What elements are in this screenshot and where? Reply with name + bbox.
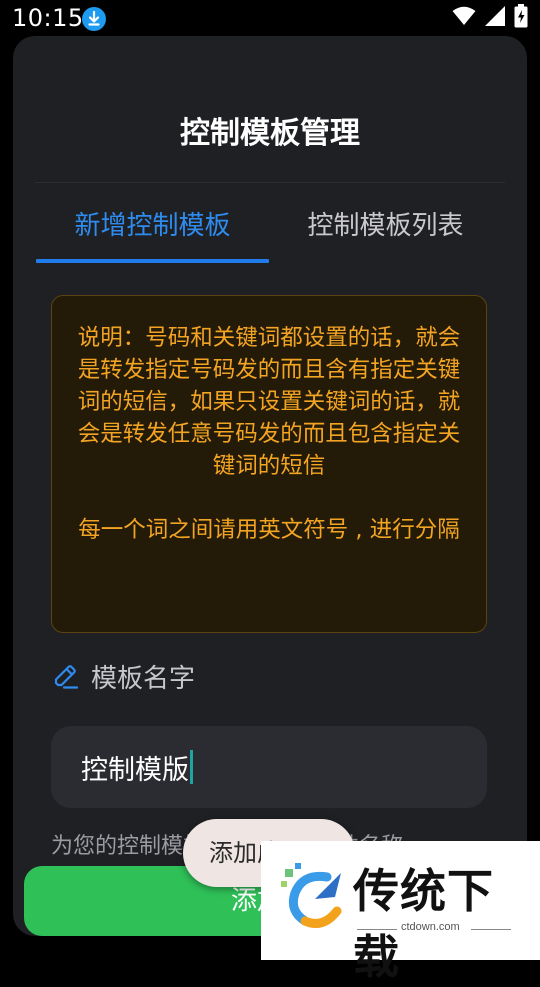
status-bar: 10:15 bbox=[0, 0, 540, 36]
template-card: 控制模板管理 新增控制模板 控制模板列表 说明：号码和关键词都设置的话，就会是转… bbox=[13, 36, 527, 936]
battery-charging-icon bbox=[514, 4, 528, 32]
status-time: 10:15 bbox=[12, 4, 84, 32]
page-title: 控制模板管理 bbox=[180, 116, 360, 151]
watermark-line-right bbox=[471, 929, 511, 930]
template-name-label-row: 模板名字 bbox=[51, 656, 195, 696]
wifi-icon bbox=[452, 6, 476, 30]
info-notice: 说明：号码和关键词都设置的话，就会是转发指定号码发的而且含有指定关键词的短信，如… bbox=[51, 295, 487, 633]
download-icon bbox=[82, 7, 106, 31]
watermark: 传统下载 ctdown.com bbox=[261, 841, 540, 984]
watermark-line-left bbox=[357, 929, 397, 930]
template-name-label: 模板名字 bbox=[91, 663, 196, 694]
signal-icon bbox=[484, 5, 506, 31]
info-paragraph-1: 说明：号码和关键词都设置的话，就会是转发指定号码发的而且含有指定关键词的短信，如… bbox=[77, 325, 461, 479]
pencil-icon bbox=[54, 665, 79, 689]
info-paragraph-2: 每一个词之间请用英文符号 , 进行分隔 bbox=[78, 517, 460, 543]
active-tab-indicator bbox=[36, 259, 269, 263]
watermark-domain: ctdown.com bbox=[401, 921, 460, 933]
template-name-input[interactable]: 控制模版 bbox=[51, 726, 487, 808]
tab-template-list[interactable]: 控制模板列表 bbox=[269, 204, 502, 248]
brand-logo-icon bbox=[281, 863, 342, 928]
template-name-value: 控制模版 bbox=[81, 754, 189, 786]
text-caret bbox=[190, 750, 193, 784]
title-divider bbox=[35, 182, 505, 183]
tab-add-template[interactable]: 新增控制模板 bbox=[36, 204, 269, 248]
